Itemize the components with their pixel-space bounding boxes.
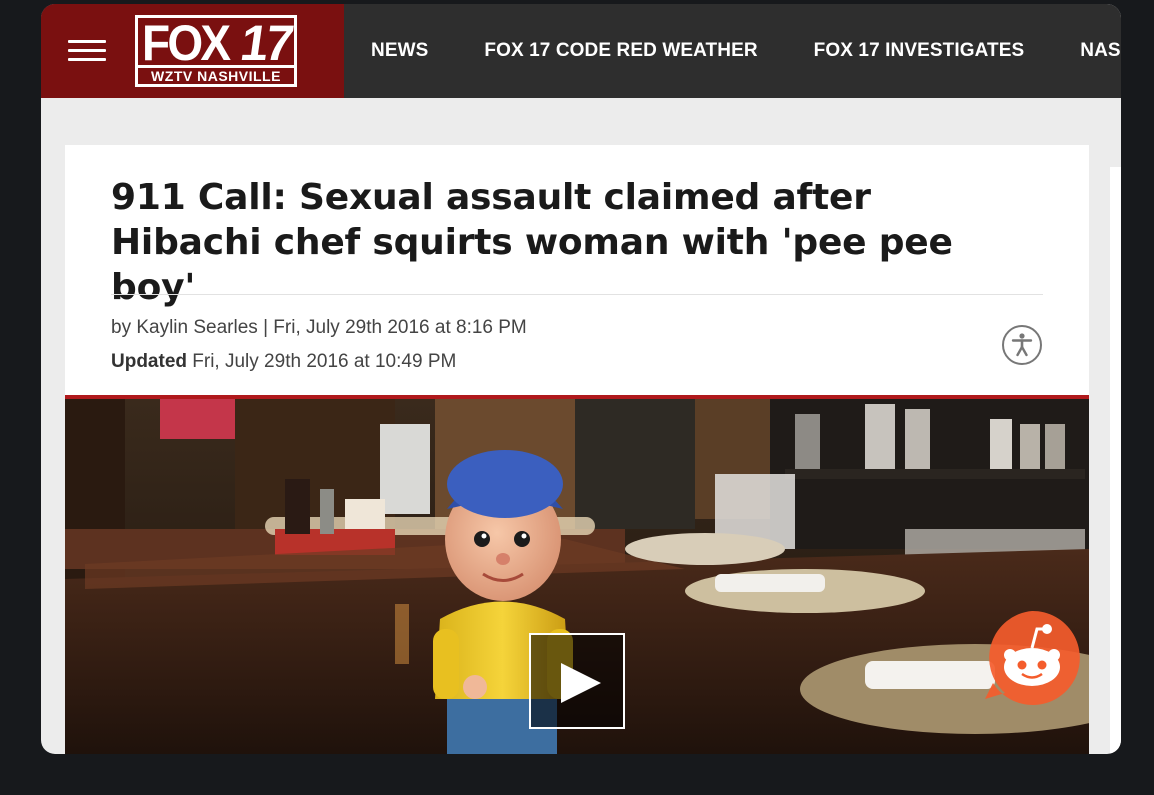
updated-time: Fri, July 29th 2016 at 10:49 PM bbox=[192, 351, 457, 372]
reddit-icon bbox=[985, 610, 1080, 705]
article-byline: by Kaylin Searles | Fri, July 29th 2016 … bbox=[111, 317, 527, 338]
article-headline: 911 Call: Sexual assault claimed after H… bbox=[111, 177, 953, 308]
play-button[interactable] bbox=[529, 633, 625, 729]
nav-item-news[interactable]: NEWS bbox=[371, 40, 428, 62]
nav-item-investigates[interactable]: FOX 17 INVESTIGATES bbox=[814, 40, 1025, 62]
nav-item-nashville[interactable]: NASHVII bbox=[1080, 40, 1121, 62]
hamburger-menu-icon[interactable] bbox=[68, 39, 108, 63]
accessibility-icon[interactable] bbox=[1002, 325, 1042, 365]
updated-label: Updated bbox=[111, 351, 187, 372]
reddit-share-button[interactable] bbox=[981, 607, 1083, 709]
article-card: 911 Call: Sexual assault claimed after H… bbox=[65, 145, 1089, 754]
video-player[interactable] bbox=[65, 395, 1089, 754]
logo-subtitle: WZTV NASHVILLE bbox=[138, 65, 294, 84]
sidebar-edge bbox=[1110, 167, 1121, 754]
brand-block: FOX 17 WZTV NASHVILLE bbox=[41, 4, 344, 98]
site-logo[interactable]: FOX 17 WZTV NASHVILLE bbox=[135, 15, 297, 87]
main-nav: NEWS FOX 17 CODE RED WEATHER FOX 17 INVE… bbox=[344, 4, 1121, 98]
logo-number: 17 bbox=[237, 15, 295, 71]
device-frame: FOX 17 WZTV NASHVILLE NEWS FOX 17 CODE R… bbox=[0, 0, 1154, 795]
article-updated: Updated Fri, July 29th 2016 at 10:49 PM bbox=[111, 351, 456, 373]
nav-item-code-red-weather[interactable]: FOX 17 CODE RED WEATHER bbox=[484, 40, 757, 62]
logo-text: FOX bbox=[142, 15, 231, 71]
browser-viewport: FOX 17 WZTV NASHVILLE NEWS FOX 17 CODE R… bbox=[41, 4, 1121, 754]
site-header: FOX 17 WZTV NASHVILLE NEWS FOX 17 CODE R… bbox=[41, 4, 1121, 98]
play-icon bbox=[561, 663, 601, 703]
divider bbox=[111, 294, 1043, 295]
